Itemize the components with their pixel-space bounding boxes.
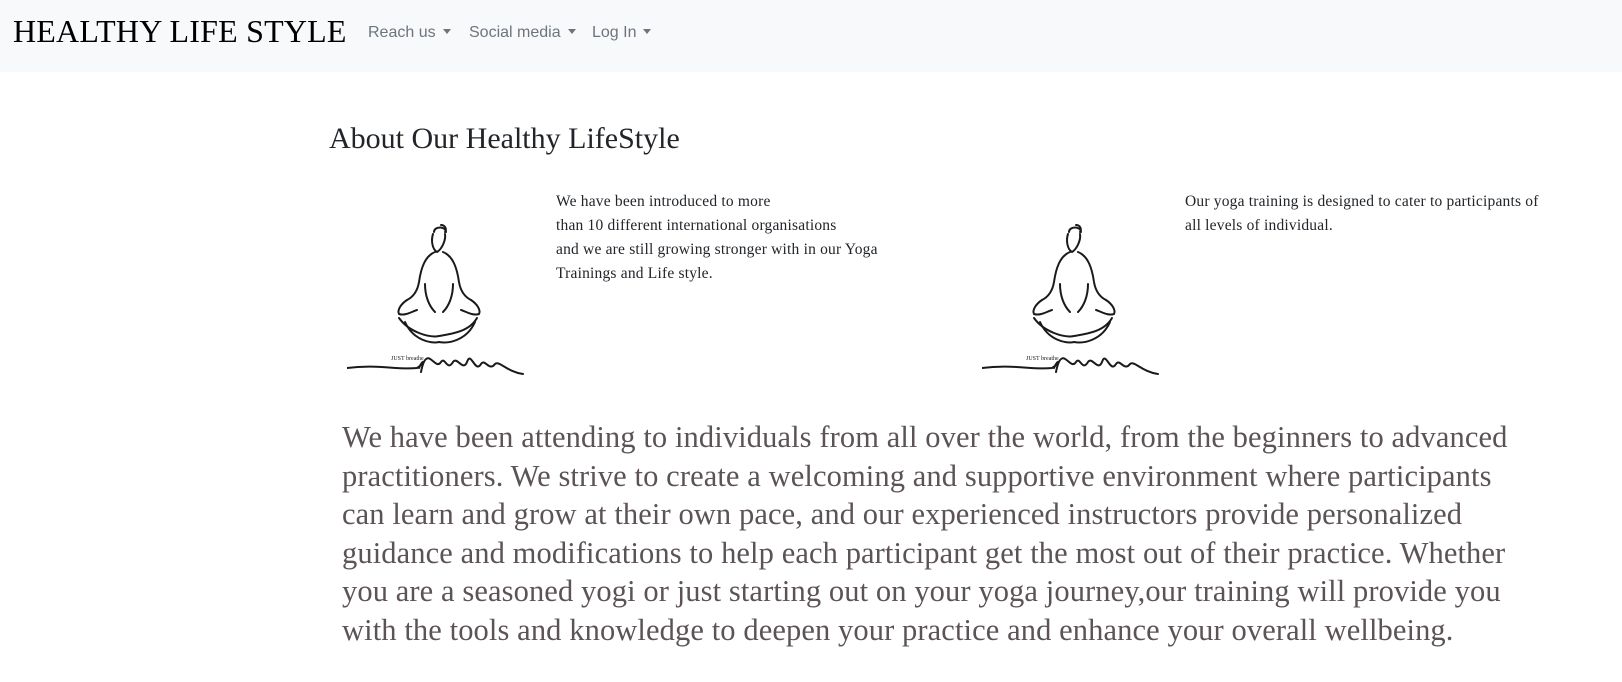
nav-dropdown-log-in[interactable]: Log In	[592, 24, 652, 42]
nav-label: Log In	[592, 24, 637, 41]
image-caption: JUST breathe	[1026, 356, 1059, 362]
training-paragraph: Our yoga training is designed to cater t…	[1185, 190, 1539, 238]
text-line: We have been attending to individuals fr…	[342, 420, 1508, 454]
text-line: with the tools and knowledge to deepen y…	[342, 612, 1454, 647]
text-line: all levels of individual.	[1185, 217, 1333, 234]
text-line: practitioners. We strive to create a wel…	[342, 458, 1492, 493]
text-line: guidance and modifications to help each …	[342, 535, 1506, 570]
caret-down-icon	[442, 29, 451, 34]
text-line: can learn and grow at their own pace, an…	[342, 497, 1463, 531]
caret-down-icon	[643, 29, 652, 34]
nav-dropdown-social-media[interactable]: Social media	[469, 24, 576, 42]
nav-label: Reach us	[368, 24, 436, 41]
text-line: than 10 different international organisa…	[556, 217, 837, 234]
brand-logo[interactable]: HEALTHY LIFE STYLE	[13, 13, 347, 50]
page-title: About Our Healthy LifeStyle	[329, 122, 680, 155]
yoga-meditation-image: JUST breathe	[346, 222, 527, 395]
nav-dropdown-reach-us[interactable]: Reach us	[368, 24, 451, 42]
body-paragraph: We have been attending to individuals fr…	[342, 418, 1592, 649]
meditation-figure-icon: JUST breathe	[981, 224, 1159, 375]
text-line: Our yoga training is designed to cater t…	[1185, 193, 1539, 210]
meditation-figure-icon: JUST breathe	[346, 224, 524, 375]
yoga-meditation-image: JUST breathe	[981, 222, 1162, 395]
intro-paragraph: We have been introduced to more than 10 …	[556, 190, 878, 286]
caret-down-icon	[567, 29, 576, 34]
navbar: HEALTHY LIFE STYLE Reach us Social media…	[0, 0, 1622, 72]
image-caption: JUST breathe	[391, 356, 424, 362]
nav-label: Social media	[469, 24, 561, 41]
text-line: We have been introduced to more	[556, 193, 771, 210]
text-line: you are a seasoned yogi or just starting…	[342, 574, 1501, 608]
text-line: and we are still growing stronger with i…	[556, 241, 878, 258]
text-line: Trainings and Life style.	[556, 265, 713, 282]
